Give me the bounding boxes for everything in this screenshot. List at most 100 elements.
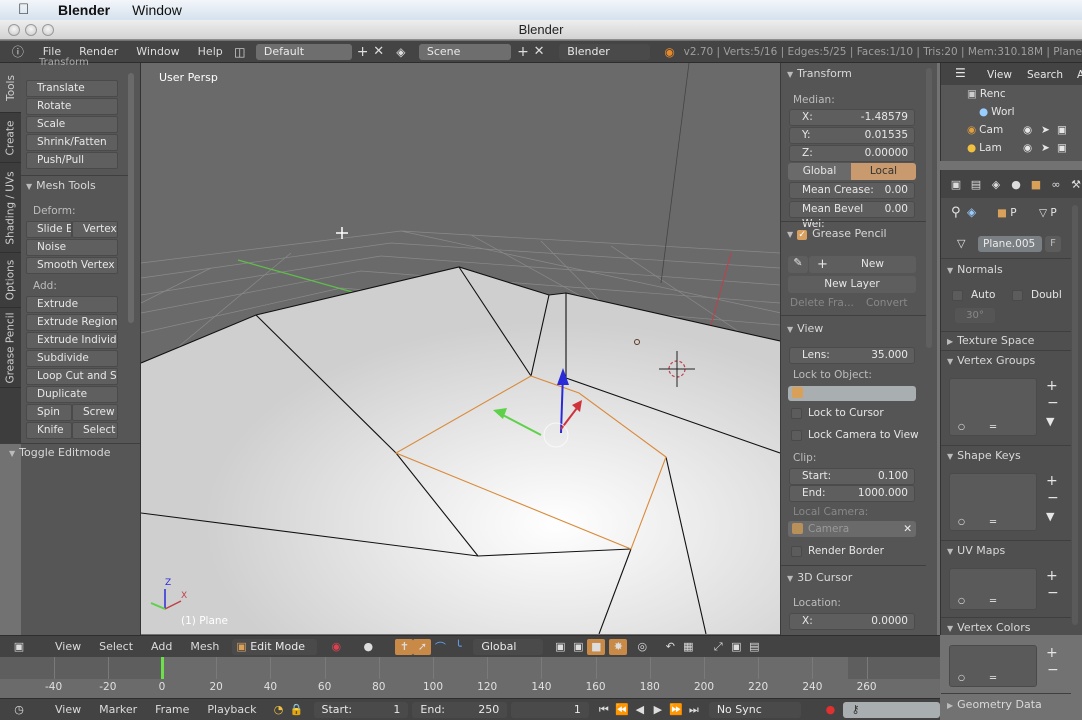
context-object[interactable]: ■ P: [997, 207, 1017, 219]
tab-grease-pencil[interactable]: Grease Pencil: [0, 308, 21, 388]
outliner-item-render[interactable]: ▣ Renc: [967, 88, 1006, 100]
shape-keys-list[interactable]: ○ ═: [949, 473, 1037, 531]
add-vertex-group-button[interactable]: +: [1046, 378, 1058, 394]
scale-button[interactable]: Scale: [26, 116, 118, 133]
render-engine-select[interactable]: Blender Render: [559, 43, 650, 74]
rotate-manipulator-icon[interactable]: ⌒: [431, 639, 449, 655]
app-menu[interactable]: Blender: [58, 2, 110, 18]
preview-range-icon[interactable]: ◔: [270, 702, 288, 718]
knife-select-button[interactable]: Select: [72, 422, 118, 439]
fake-user-button[interactable]: F: [1045, 236, 1061, 252]
sync-mode-select[interactable]: No Sync: [708, 701, 802, 718]
outliner-item-lamp[interactable]: ● Lam ◉ ➤ ▣: [967, 142, 1082, 154]
mode-select[interactable]: ▣ Edit Mode: [232, 638, 318, 655]
double-sided-checkbox[interactable]: [1012, 290, 1023, 301]
timeline-editor-icon[interactable]: ◷: [10, 702, 28, 718]
screen-layout-icon[interactable]: ◫: [232, 44, 248, 60]
extrude-button[interactable]: Extrude: [26, 296, 118, 313]
tab-options[interactable]: Options: [0, 253, 21, 308]
visibility-eye-icon[interactable]: ◉: [1023, 142, 1032, 154]
menu-help[interactable]: Help: [189, 45, 232, 58]
record-icon[interactable]: ●: [821, 702, 839, 718]
add-menu[interactable]: Add: [142, 640, 181, 653]
start-frame-field[interactable]: Start: 1: [313, 701, 409, 718]
list-filter-icon[interactable]: ○: [958, 673, 965, 682]
noise-button[interactable]: Noise: [26, 239, 118, 256]
lock-to-cursor-checkbox[interactable]: [791, 408, 802, 419]
add-uv-map-button[interactable]: +: [1046, 568, 1058, 584]
add-vertex-color-button[interactable]: +: [1046, 645, 1058, 661]
slide-vertex-button[interactable]: Vertex: [72, 221, 118, 238]
extrude-individual-button[interactable]: Extrude Individ...: [26, 332, 118, 349]
snap-toggle-icon[interactable]: ↶: [661, 639, 679, 655]
remove-vertex-color-button[interactable]: −: [1047, 662, 1059, 678]
current-frame-indicator[interactable]: [161, 657, 164, 679]
auto-smooth-checkbox[interactable]: [952, 290, 963, 301]
outliner-item-camera[interactable]: ◉ Cam ◉ ➤ ▣: [967, 124, 1082, 136]
spin-button[interactable]: Spin: [26, 404, 72, 421]
vertex-group-specials-button[interactable]: ▼: [1046, 415, 1054, 428]
lock-range-icon[interactable]: 🔒: [288, 702, 306, 718]
auto-smooth-angle-field[interactable]: 30°: [955, 308, 995, 323]
select-menu[interactable]: Select: [90, 640, 142, 653]
jump-keyframe-forward-icon[interactable]: ⏩: [667, 702, 685, 718]
translate-button[interactable]: Translate: [26, 80, 118, 97]
texture-space-header[interactable]: ▶ Texture Space: [947, 334, 1034, 347]
median-z-field[interactable]: Z: 0.00000: [789, 145, 915, 162]
vertex-groups-header[interactable]: ▼ Vertex Groups: [947, 354, 1035, 367]
tab-world-icon[interactable]: ●: [1007, 176, 1025, 192]
3d-viewport[interactable]: User Persp Z X (1) Plane: [141, 63, 780, 634]
transform-panel-header[interactable]: ▼ Transform: [787, 67, 852, 80]
toggle-editmode-header[interactable]: ▼ Toggle Editmode: [9, 446, 111, 459]
slide-edge-button[interactable]: Slide E: [26, 221, 72, 238]
proportional-edit-icon[interactable]: ◎: [633, 639, 651, 655]
layer-icon[interactable]: ▣: [551, 639, 569, 655]
list-filter-icon[interactable]: ○: [958, 517, 965, 526]
add-shape-key-button[interactable]: +: [1046, 473, 1058, 489]
extrude-region-button[interactable]: Extrude Region: [26, 314, 118, 331]
list-filter-icon[interactable]: ○: [958, 422, 965, 431]
render-camera-icon[interactable]: ▣: [1057, 124, 1067, 136]
tab-render-icon[interactable]: ▣: [947, 176, 965, 192]
delete-frame-button[interactable]: Delete Fra...: [790, 297, 854, 309]
menu-window[interactable]: Window: [127, 45, 188, 58]
uv-maps-list[interactable]: ○ ═: [949, 568, 1037, 610]
lock-object-field[interactable]: [788, 386, 916, 401]
list-resize-handle[interactable]: ═: [990, 673, 996, 684]
smooth-vertex-button[interactable]: Smooth Vertex: [26, 257, 118, 274]
outliner-editor-icon[interactable]: ☰: [955, 66, 966, 80]
normals-header[interactable]: ▼ Normals: [947, 263, 1003, 276]
clear-camera-icon[interactable]: ✕: [903, 521, 912, 537]
jump-keyframe-back-icon[interactable]: ⏪: [613, 702, 631, 718]
median-x-field[interactable]: X: -1.48579: [789, 109, 915, 126]
npanel-scrollbar[interactable]: [926, 68, 932, 348]
face-select-icon[interactable]: ■: [587, 638, 606, 655]
push-pull-button[interactable]: Push/Pull: [26, 152, 118, 169]
delete-scene-button[interactable]: ✕: [531, 44, 547, 60]
outliner-item-world[interactable]: ● Worl: [979, 106, 1015, 118]
context-mesh[interactable]: ▽ P: [1039, 207, 1057, 219]
jump-start-icon[interactable]: ⏮: [595, 702, 613, 718]
opengl-render-icon[interactable]: ▣: [727, 639, 745, 655]
mesh-tools-header[interactable]: ▼ Mesh Tools: [26, 179, 96, 192]
transform-orientation-select[interactable]: Global: [473, 638, 544, 655]
visibility-eye-icon[interactable]: ◉: [1023, 124, 1032, 136]
limit-selection-icon[interactable]: ✸: [609, 638, 628, 655]
tab-shading-uvs[interactable]: Shading / UVs: [0, 163, 21, 253]
render-camera-icon[interactable]: ▣: [1057, 142, 1067, 154]
list-resize-handle[interactable]: ═: [990, 517, 996, 528]
playback-menu[interactable]: Playback: [198, 703, 265, 716]
new-layer-button[interactable]: New Layer: [788, 276, 916, 293]
frame-menu[interactable]: Frame: [146, 703, 198, 716]
remove-vertex-group-button[interactable]: −: [1047, 395, 1059, 411]
convert-button[interactable]: Convert: [866, 297, 908, 309]
grease-pencil-checkbox[interactable]: ✓: [797, 230, 808, 240]
vertex-select-icon[interactable]: ▣: [569, 639, 587, 655]
shape-key-specials-button[interactable]: ▼: [1046, 510, 1054, 523]
shape-keys-header[interactable]: ▼ Shape Keys: [947, 449, 1021, 462]
subdivide-button[interactable]: Subdivide: [26, 350, 118, 367]
knife-button[interactable]: Knife: [26, 422, 72, 439]
pencil-icon[interactable]: ✎: [788, 256, 808, 273]
snap-element-icon[interactable]: ▦: [679, 639, 697, 655]
uv-maps-header[interactable]: ▼ UV Maps: [947, 544, 1005, 557]
